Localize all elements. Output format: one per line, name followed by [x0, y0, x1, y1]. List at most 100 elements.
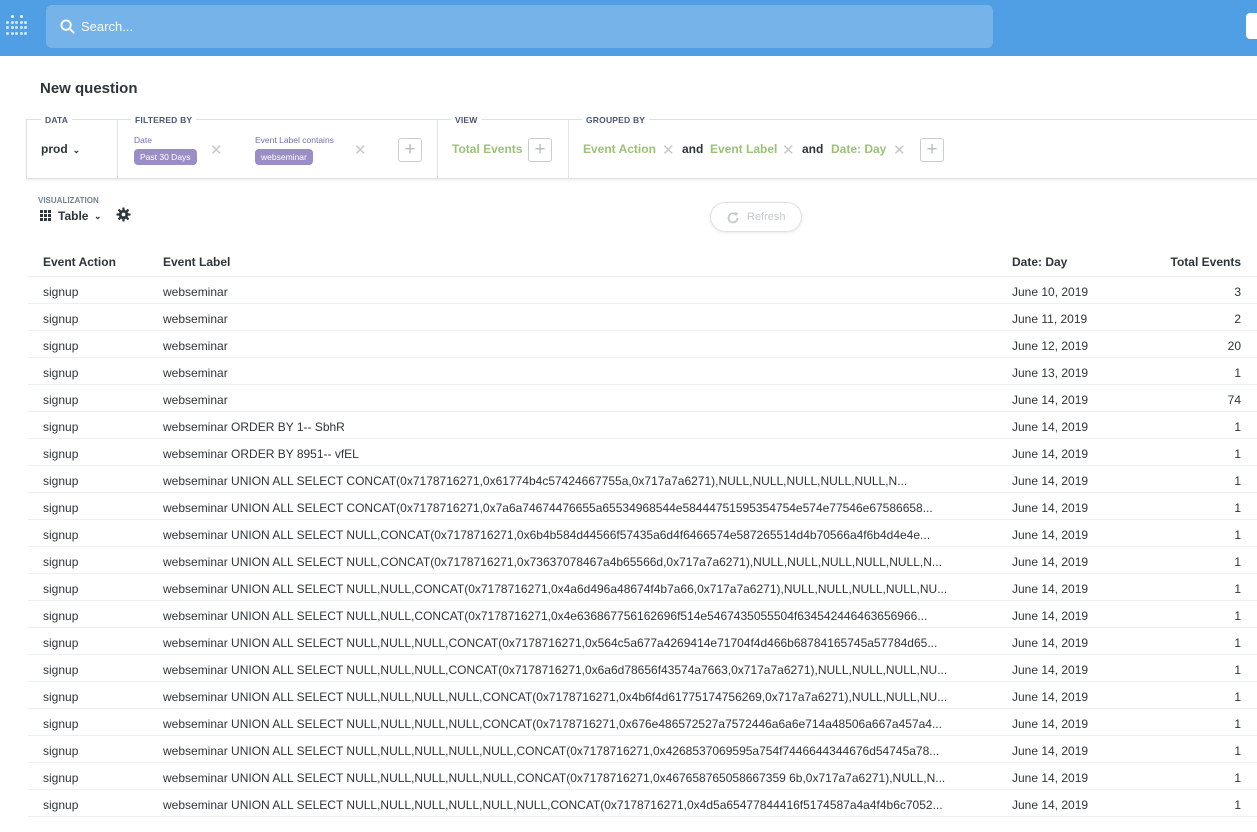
add-metric-button[interactable]: + — [528, 138, 552, 162]
filter-event-label-pill[interactable]: webseminar — [255, 149, 313, 165]
cell-event-action: signup — [43, 582, 79, 596]
table-row[interactable]: signup webseminar June 14, 2019 74 — [28, 385, 1257, 412]
table-row[interactable]: signup webseminar UNION ALL SELECT NULL,N… — [28, 655, 1257, 682]
table-row[interactable]: signup webseminar UNION ALL SELECT NULL,C… — [28, 547, 1257, 574]
cell-event-label: webseminar ORDER BY 8951-- vfEL — [163, 447, 359, 461]
cell-event-label: webseminar — [163, 393, 228, 407]
view-section: VIEW Total Events + — [437, 115, 569, 178]
table-row[interactable]: signup webseminar UNION ALL SELECT NULL,N… — [28, 601, 1257, 628]
add-filter-button[interactable]: + — [398, 138, 422, 162]
cell-event-action: signup — [43, 636, 79, 650]
cell-date-day: June 14, 2019 — [1012, 474, 1089, 488]
table-row[interactable]: signup webseminar June 13, 2019 1 — [28, 358, 1257, 385]
refresh-button[interactable]: Refresh — [710, 202, 802, 232]
column-header-total-events[interactable]: Total Events — [1161, 255, 1241, 269]
remove-filter-event-label-icon[interactable]: ✕ — [354, 143, 367, 158]
table-row[interactable]: signup webseminar UNION ALL SELECT NULL,C… — [28, 520, 1257, 547]
table-row[interactable]: signup webseminar UNION ALL SELECT NULL,N… — [28, 763, 1257, 790]
cell-event-label: webseminar — [163, 366, 228, 380]
cell-date-day: June 14, 2019 — [1012, 555, 1089, 569]
cell-event-action: signup — [43, 420, 79, 434]
column-header-date-day[interactable]: Date: Day — [1012, 255, 1122, 269]
view-section-label: VIEW — [451, 115, 482, 125]
cell-event-label: webseminar ORDER BY 1-- SbhR — [163, 420, 345, 434]
column-header-event-action[interactable]: Event Action — [43, 255, 133, 269]
refresh-icon — [727, 212, 739, 224]
cell-event-action: signup — [43, 285, 79, 299]
and-separator: and — [682, 142, 704, 156]
cell-event-action: signup — [43, 501, 79, 515]
cell-event-action: signup — [43, 744, 79, 758]
cell-event-label: webseminar UNION ALL SELECT NULL,NULL,NU… — [163, 636, 938, 650]
cell-event-label: webseminar UNION ALL SELECT NULL,NULL,NU… — [163, 663, 948, 677]
table-row[interactable]: signup webseminar ORDER BY 1-- SbhR June 1… — [28, 412, 1257, 439]
cell-event-label: webseminar UNION ALL SELECT NULL,NULL,NU… — [163, 771, 946, 785]
group-event-label[interactable]: Event Label — [710, 142, 777, 156]
table-row[interactable]: signup webseminar ORDER BY 8951-- vfEL Jun… — [28, 439, 1257, 466]
column-header-event-label[interactable]: Event Label — [163, 255, 978, 269]
metric-total-events[interactable]: Total Events — [452, 142, 522, 156]
data-source-name: prod — [41, 142, 68, 156]
remove-group-event-action-icon[interactable]: ✕ — [662, 143, 675, 158]
cell-total-events: 2 — [1234, 312, 1241, 326]
cell-total-events: 1 — [1234, 366, 1241, 380]
cell-total-events: 1 — [1234, 582, 1241, 596]
table-row[interactable]: signup webseminar June 11, 2019 2 — [28, 304, 1257, 331]
page-title: New question — [40, 80, 138, 97]
remove-filter-date-icon[interactable]: ✕ — [210, 143, 223, 158]
data-section-label: DATA — [41, 115, 73, 125]
search-input[interactable]: Search... — [81, 19, 133, 34]
table-row[interactable]: signup webseminar UNION ALL SELECT NULL,N… — [28, 736, 1257, 763]
cell-event-action: signup — [43, 528, 79, 542]
cell-total-events: 1 — [1234, 420, 1241, 434]
table-row[interactable]: signup webseminar UNION ALL SELECT NULL,N… — [28, 628, 1257, 655]
table-row[interactable]: signup webseminar June 10, 2019 3 — [28, 277, 1257, 304]
cell-event-label: webseminar — [163, 285, 228, 299]
search-icon — [60, 19, 75, 34]
cell-event-label: webseminar UNION ALL SELECT NULL,NULL,NU… — [163, 717, 942, 731]
cell-total-events: 20 — [1227, 339, 1241, 353]
cell-total-events: 1 — [1234, 447, 1241, 461]
cell-total-events: 1 — [1234, 501, 1241, 515]
add-grouping-button[interactable]: + — [920, 138, 944, 162]
table-row[interactable]: signup webseminar UNION ALL SELECT NULL,N… — [28, 574, 1257, 601]
cell-total-events: 74 — [1227, 393, 1241, 407]
data-source-select[interactable]: prod ⌄ — [41, 142, 80, 156]
cell-event-label: webseminar UNION ALL SELECT NULL,CONCAT(… — [163, 555, 942, 569]
table-row[interactable]: signup webseminar June 12, 2019 20 — [28, 331, 1257, 358]
metabase-logo-icon[interactable] — [6, 15, 28, 39]
cell-date-day: June 14, 2019 — [1012, 636, 1089, 650]
filter-date-label: Date — [134, 135, 152, 145]
cell-event-label: webseminar UNION ALL SELECT NULL,NULL,NU… — [163, 744, 940, 758]
remove-group-event-label-icon[interactable]: ✕ — [782, 143, 795, 158]
gear-icon[interactable] — [116, 207, 131, 222]
filter-date-pill[interactable]: Past 30 Days — [134, 149, 197, 165]
cell-event-label: webseminar UNION ALL SELECT NULL,NULL,CO… — [163, 609, 928, 623]
remove-group-date-day-icon[interactable]: ✕ — [893, 143, 906, 158]
search-bar[interactable]: Search... — [46, 5, 993, 48]
cell-event-action: signup — [43, 366, 79, 380]
table-row[interactable]: signup webseminar UNION ALL SELECT NULL,N… — [28, 790, 1257, 817]
cell-date-day: June 14, 2019 — [1012, 798, 1089, 812]
table-row[interactable]: signup webseminar UNION ALL SELECT NULL,N… — [28, 682, 1257, 709]
cell-event-action: signup — [43, 447, 79, 461]
cell-event-action: signup — [43, 798, 79, 812]
cell-date-day: June 11, 2019 — [1012, 312, 1088, 326]
cell-date-day: June 14, 2019 — [1012, 528, 1089, 542]
cell-date-day: June 12, 2019 — [1012, 339, 1089, 353]
cell-event-action: signup — [43, 555, 79, 569]
group-event-action[interactable]: Event Action — [583, 142, 656, 156]
table-row[interactable]: signup webseminar UNION ALL SELECT NULL,N… — [28, 709, 1257, 736]
cell-date-day: June 13, 2019 — [1012, 366, 1089, 380]
and-separator: and — [802, 142, 824, 156]
group-date-day[interactable]: Date: Day — [831, 142, 886, 156]
table-grid-icon — [40, 210, 51, 221]
group-section-label: GROUPED BY — [582, 115, 650, 125]
cell-total-events: 1 — [1234, 528, 1241, 542]
filter-section: FILTERED BY Date Past 30 Days ✕ Event La… — [117, 115, 438, 178]
table-row[interactable]: signup webseminar UNION ALL SELECT CONCAT… — [28, 493, 1257, 520]
table-row[interactable]: signup webseminar UNION ALL SELECT CONCAT… — [28, 466, 1257, 493]
cell-total-events: 1 — [1234, 798, 1241, 812]
cell-date-day: June 14, 2019 — [1012, 420, 1089, 434]
new-button[interactable] — [1246, 13, 1257, 39]
